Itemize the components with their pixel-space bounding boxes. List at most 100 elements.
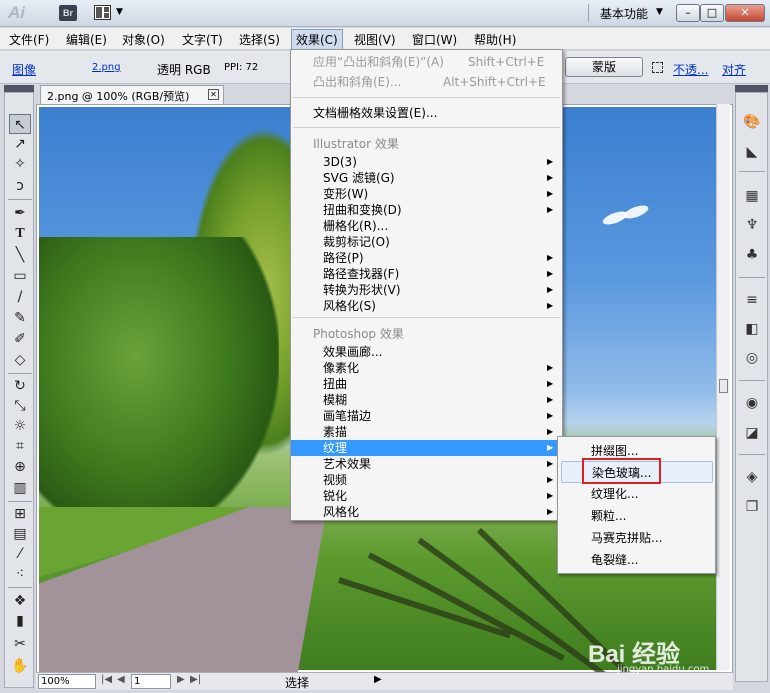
texture-craquelure-item[interactable]: 龟裂缝...: [558, 549, 715, 571]
menu-edit[interactable]: 编辑(E): [66, 31, 107, 48]
texture-texturizer-item[interactable]: 纹理化...: [558, 483, 715, 505]
opacity-link[interactable]: 不透...: [673, 61, 708, 78]
gradient-tool-icon[interactable]: ▤: [9, 524, 31, 544]
effect-sketch-item[interactable]: 素描 ▶: [291, 424, 562, 440]
effect-blur-item[interactable]: 模糊 ▶: [291, 392, 562, 408]
menu-object[interactable]: 对象(O): [122, 31, 165, 48]
effect-texture-item[interactable]: 纹理 ▶: [291, 440, 562, 456]
direct-selection-tool-icon[interactable]: ↗: [9, 134, 31, 154]
gradient-icon[interactable]: ◧: [741, 319, 763, 339]
effect-distort-item[interactable]: 扭曲 ▶: [291, 376, 562, 392]
menu-select[interactable]: 选择(S): [239, 31, 280, 48]
menu-type[interactable]: 文字(T): [182, 31, 223, 48]
menu-help[interactable]: 帮助(H): [474, 31, 516, 48]
magic-wand-tool-icon[interactable]: ✧: [9, 154, 31, 174]
brushes-icon[interactable]: ♆: [741, 215, 763, 235]
menu-effect[interactable]: 效果(C): [291, 29, 343, 50]
close-button[interactable]: ✕: [725, 4, 765, 22]
maximize-button[interactable]: □: [700, 4, 724, 22]
effect-3d-item[interactable]: 3D(3) ▶: [291, 154, 562, 170]
paintbrush-tool-icon[interactable]: /: [9, 287, 31, 307]
appearance-icon[interactable]: ◉: [741, 393, 763, 413]
hand-tool-icon[interactable]: ✋: [9, 656, 31, 676]
status-tool-label[interactable]: 选择: [285, 674, 309, 691]
effect-pathfinder-item[interactable]: 路径查找器(F) ▶: [291, 266, 562, 282]
shape-builder-tool-icon[interactable]: ⊕: [9, 457, 31, 477]
last-page-icon[interactable]: ▶|: [190, 674, 201, 685]
texture-grain-item[interactable]: 颗粒...: [558, 505, 715, 527]
slice-tool-icon[interactable]: ✂: [9, 634, 31, 654]
eyedropper-tool-icon[interactable]: ⁄: [9, 544, 31, 564]
zoom-select[interactable]: 100%: [38, 674, 96, 689]
effect-warp-item[interactable]: 变形(W) ▶: [291, 186, 562, 202]
symbol-sprayer-tool-icon[interactable]: ❖: [9, 591, 31, 611]
minimize-button[interactable]: –: [676, 4, 700, 22]
toolbox-grip[interactable]: [4, 85, 34, 92]
symbols-icon[interactable]: ♣: [741, 245, 763, 265]
mask-button[interactable]: 蒙版: [565, 57, 643, 77]
eraser-tool-icon[interactable]: ◇: [9, 350, 31, 370]
workspace-switcher[interactable]: 基本功能: [600, 5, 648, 22]
selection-tool-icon[interactable]: ↖: [9, 114, 31, 134]
close-icon[interactable]: ✕: [208, 89, 219, 100]
filename-link[interactable]: 2.png: [92, 62, 121, 73]
status-menu-icon[interactable]: ▶: [374, 674, 382, 685]
menu-file[interactable]: 文件(F): [9, 31, 49, 48]
effect-crop-marks-item[interactable]: 裁剪标记(O): [291, 234, 562, 250]
warp-tool-icon[interactable]: ☼: [9, 416, 31, 436]
scrollbar-thumb[interactable]: [719, 379, 728, 393]
blob-brush-tool-icon[interactable]: ✐: [9, 329, 31, 349]
rotate-tool-icon[interactable]: ↻: [9, 376, 31, 396]
vertical-scrollbar[interactable]: [716, 104, 730, 670]
effect-brush-strokes-item[interactable]: 画笔描边 ▶: [291, 408, 562, 424]
layers-icon[interactable]: ◈: [741, 467, 763, 487]
arrange-documents-icon[interactable]: [94, 5, 111, 20]
transparency-icon[interactable]: ◎: [741, 348, 763, 368]
page-select[interactable]: 1: [131, 674, 171, 689]
effect-convert-to-shape-item[interactable]: 转换为形状(V) ▶: [291, 282, 562, 298]
swatches-icon[interactable]: ▦: [741, 186, 763, 206]
previous-page-icon[interactable]: ◀: [117, 674, 125, 685]
effect-artistic-item[interactable]: 艺术效果 ▶: [291, 456, 562, 472]
graphic-styles-icon[interactable]: ◪: [741, 423, 763, 443]
effect-ps-stylize-item[interactable]: 风格化 ▶: [291, 504, 562, 520]
effect-video-item[interactable]: 视频 ▶: [291, 472, 562, 488]
first-page-icon[interactable]: |◀: [101, 674, 112, 685]
stroke-icon[interactable]: ≡: [741, 290, 763, 310]
effect-path-item[interactable]: 路径(P) ▶: [291, 250, 562, 266]
effect-gallery-item[interactable]: 效果画廊...: [291, 344, 562, 360]
align-link[interactable]: 对齐: [722, 61, 746, 78]
document-tab[interactable]: 2.png @ 100% (RGB/预览) ✕: [40, 85, 224, 104]
pen-tool-icon[interactable]: ✒: [9, 203, 31, 223]
dock-grip[interactable]: [735, 85, 768, 92]
blend-tool-icon[interactable]: ⁖: [9, 564, 31, 584]
rectangle-tool-icon[interactable]: ▭: [9, 266, 31, 286]
effect-svg-filters-item[interactable]: SVG 滤镜(G) ▶: [291, 170, 562, 186]
chevron-down-icon[interactable]: ▼: [116, 7, 123, 17]
menu-view[interactable]: 视图(V): [354, 31, 396, 48]
free-transform-tool-icon[interactable]: ⌗: [9, 436, 31, 456]
chevron-down-icon[interactable]: ▼: [656, 7, 663, 17]
graph-tool-icon[interactable]: ▥: [9, 478, 31, 498]
artboards-icon[interactable]: ❐: [741, 497, 763, 517]
color-panel-icon[interactable]: 🎨: [741, 112, 763, 132]
image-type-link[interactable]: 图像: [12, 61, 36, 78]
effect-rasterize-item[interactable]: 栅格化(R)...: [291, 218, 562, 234]
select-similar-icon[interactable]: [652, 62, 663, 73]
color-guide-icon[interactable]: ◣: [741, 142, 763, 162]
bridge-button[interactable]: Br: [59, 5, 77, 21]
texture-mosaic-tiles-item[interactable]: 马赛克拼贴...: [558, 527, 715, 549]
line-tool-icon[interactable]: ╲: [9, 245, 31, 265]
type-tool-icon[interactable]: T: [9, 224, 31, 244]
effect-pixelate-item[interactable]: 像素化 ▶: [291, 360, 562, 376]
effect-sharpen-item[interactable]: 锐化 ▶: [291, 488, 562, 504]
raster-effects-settings-item[interactable]: 文档栅格效果设置(E)...: [291, 105, 562, 121]
effect-stylize-item[interactable]: 风格化(S) ▶: [291, 298, 562, 314]
scale-tool-icon[interactable]: ⤡: [9, 396, 31, 416]
column-graph-tool-icon[interactable]: ▮: [9, 611, 31, 631]
effect-distort-transform-item[interactable]: 扭曲和变换(D) ▶: [291, 202, 562, 218]
next-page-icon[interactable]: ▶: [177, 674, 185, 685]
menu-window[interactable]: 窗口(W): [412, 31, 457, 48]
pencil-tool-icon[interactable]: ✎: [9, 308, 31, 328]
lasso-tool-icon[interactable]: ↄ: [9, 176, 31, 196]
